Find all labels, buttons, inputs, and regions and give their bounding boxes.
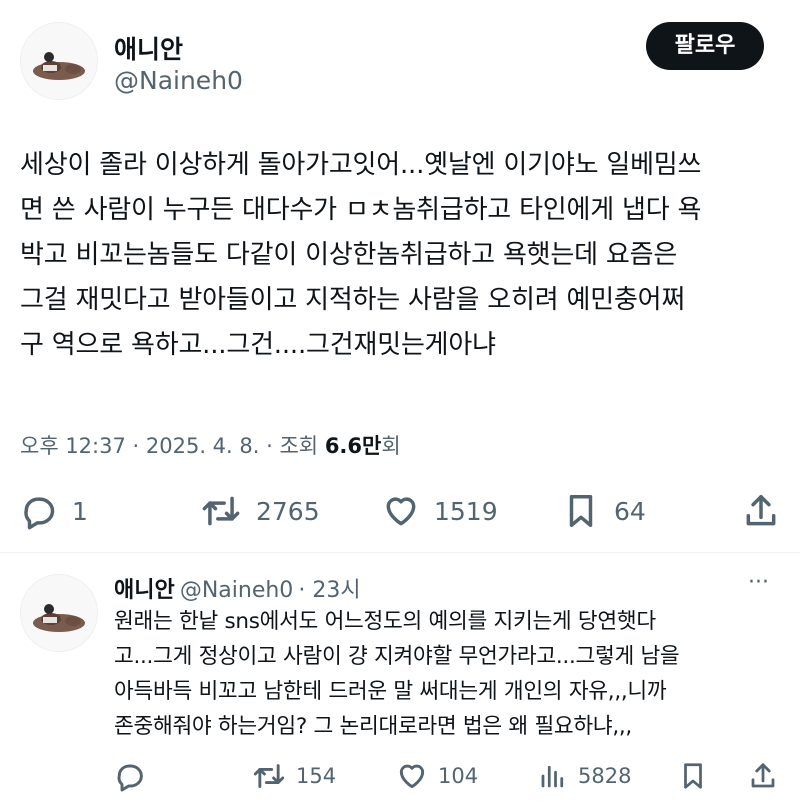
share-icon [746, 495, 776, 526]
reply-icon [117, 764, 143, 792]
bookmark-icon [569, 495, 593, 527]
reply-reply-button[interactable] [114, 760, 156, 792]
views-count: 6.6만 [324, 434, 382, 458]
tweet-meta: 오후 12:37 · 2025. 4. 8. · 조회 6.6만회 [20, 430, 401, 460]
reply-text: 원래는 한낱 sns에서도 어느정도의 예의를 지키는게 당연햇다 고...그게… [114, 604, 794, 744]
reply-bookmark-button[interactable] [678, 760, 708, 792]
reply-like-button[interactable]: 104 [396, 760, 478, 792]
follow-button[interactable]: 팔로우 [646, 22, 764, 70]
reply-button[interactable]: 1 [20, 492, 88, 530]
repost-button[interactable]: 2765 [200, 492, 320, 530]
bookmark-icon [684, 763, 702, 789]
section-divider [0, 552, 800, 553]
reply-author-handle[interactable]: @Naineh0 [180, 578, 293, 603]
reply-share-button[interactable] [748, 760, 778, 792]
author-name[interactable]: 애니안 [114, 30, 183, 66]
reply-line: 원래는 한낱 sns에서도 어느정도의 예의를 지키는게 당연햇다 [114, 609, 656, 634]
like-icon [386, 497, 416, 526]
reply-count: 1 [72, 496, 88, 526]
tweet-line: 박고 비꼬는놈들도 다같이 이상한놈취급하고 욕햇는데 요즘은 [20, 240, 678, 270]
reply-like-count: 104 [438, 764, 479, 788]
reply-repost-button[interactable]: 154 [252, 760, 336, 792]
meta-separator: · [132, 434, 146, 458]
reply-line: 존중해줘야 하는거임? 그 논리대로라면 법은 왜 필요하냐,,, [114, 714, 632, 739]
repost-icon [202, 496, 240, 526]
tweet-line: 세상이 졸라 이상하게 돌아가고잇어...옛날엔 이기야노 일베밈쓰 [20, 150, 702, 180]
tweet-line: 구 역으로 욕하고...그건....그건재밋는게아냐 [20, 330, 496, 360]
reply-views-button[interactable]: 5828 [538, 760, 631, 792]
tweet-line: 면 쓴 사람이 누구든 대다수가 ㅁㅊ놈취급하고 타인에게 냅다 욕 [20, 195, 702, 225]
bookmark-button[interactable]: 64 [562, 492, 646, 530]
repost-icon [253, 764, 285, 788]
views-label: 조회 [279, 434, 319, 458]
more-icon[interactable]: ··· [748, 570, 769, 595]
avatar-image [21, 575, 97, 651]
reply-icon [24, 497, 55, 530]
author-handle[interactable]: @Naineh0 [114, 66, 243, 95]
tweet-line: 그걸 재밋다고 받아들이고 지적하는 사람을 오히려 예민충어쩌 [20, 285, 686, 315]
reply-header: 애니안 @Naineh0 · 23시 [114, 572, 361, 604]
bookmark-count: 64 [614, 496, 646, 526]
meta-separator: · [298, 578, 313, 603]
reply-repost-count: 154 [296, 764, 337, 788]
author-avatar[interactable] [20, 22, 98, 100]
reply-views-count: 5828 [578, 764, 632, 788]
reply-author-name[interactable]: 애니안 [114, 578, 175, 603]
like-button[interactable]: 1519 [382, 492, 498, 530]
tweet-time[interactable]: 오후 12:37 [20, 434, 126, 458]
reply-line: 고...그게 정상이고 사람이 걍 지켜야할 무언가라고...그렇게 남을 [114, 644, 680, 669]
reply-age[interactable]: 23시 [312, 578, 360, 603]
like-icon [399, 764, 425, 789]
reply-author-avatar[interactable] [20, 574, 98, 652]
tweet-text: 세상이 졸라 이상하게 돌아가고잇어...옛날엔 이기야노 일베밈쓰 면 쓴 사… [20, 143, 790, 368]
share-button[interactable] [742, 492, 780, 530]
avatar-image [21, 23, 97, 99]
repost-count: 2765 [256, 496, 320, 526]
like-count: 1519 [434, 496, 498, 526]
share-icon [751, 763, 775, 788]
views-unit: 회 [381, 434, 401, 458]
views-icon [541, 765, 564, 788]
reply-line: 아득바득 비꼬고 남한테 드러운 말 써대는게 개인의 자유,,,니까 [114, 679, 667, 704]
meta-separator: · [266, 434, 280, 458]
tweet-date[interactable]: 2025. 4. 8. [146, 434, 260, 458]
